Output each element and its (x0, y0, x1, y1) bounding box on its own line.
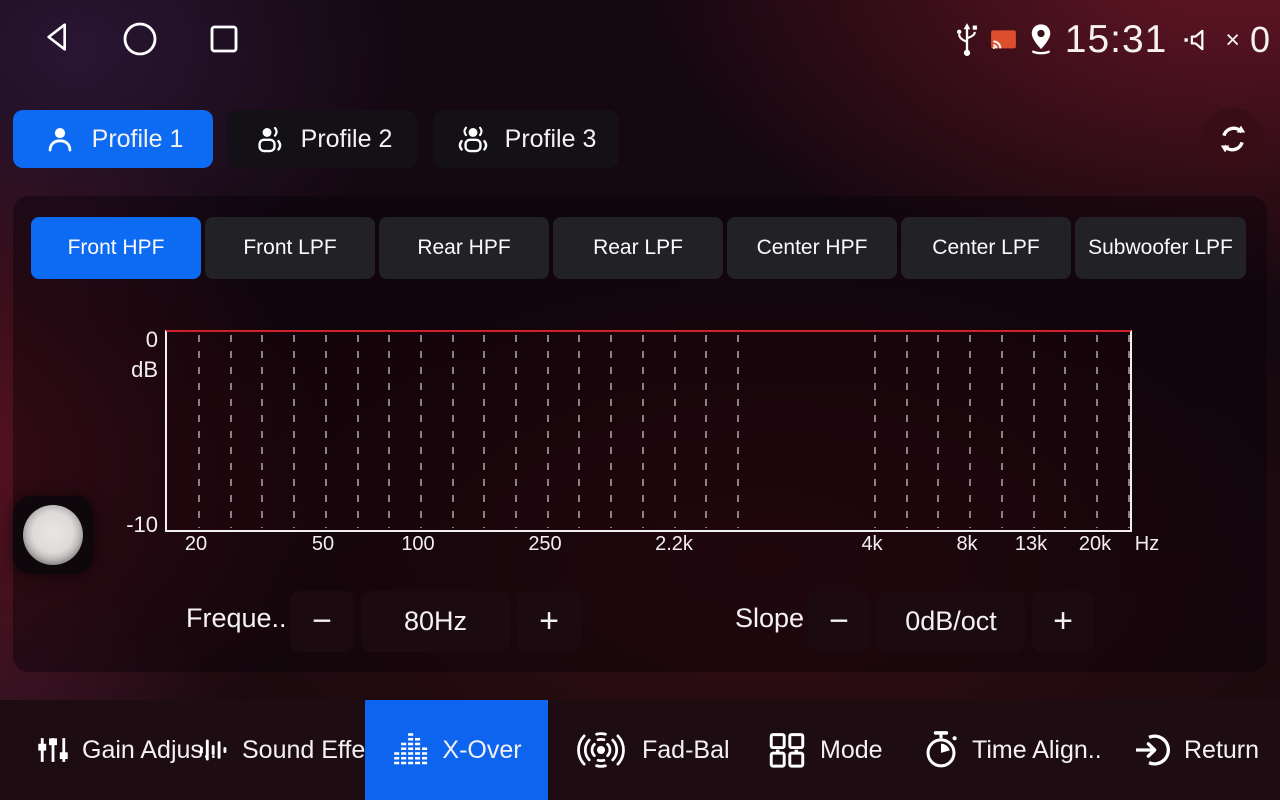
volume-knob-tile[interactable] (13, 496, 93, 574)
x-tick-20k: 20k (1079, 533, 1111, 556)
recents-icon (206, 21, 242, 57)
x-tick-20: 20 (185, 533, 207, 556)
tab-rear-hpf[interactable]: Rear HPF (379, 217, 549, 279)
person-icon (43, 122, 77, 156)
cast-icon (990, 29, 1017, 52)
tab-label: Rear LPF (593, 236, 683, 260)
tab-front-lpf[interactable]: Front LPF (205, 217, 375, 279)
tab-label: Center HPF (757, 236, 868, 260)
tab-rear-lpf[interactable]: Rear LPF (553, 217, 723, 279)
tab-label: Profile 3 (505, 125, 597, 154)
nav-label: X-Over (442, 736, 521, 765)
tab-label: Rear HPF (417, 236, 510, 260)
frequency-response-chart (165, 330, 1132, 532)
usb-icon (953, 21, 981, 59)
tab-profile-2[interactable]: Profile 2 (227, 110, 417, 168)
nav-x-over[interactable]: X-Over (365, 700, 548, 800)
slope-plus-button[interactable]: + (1032, 591, 1094, 652)
return-arrow-icon (1132, 730, 1172, 770)
volume-level: 0 (1250, 19, 1270, 61)
equalizer-columns-icon (391, 731, 429, 769)
x-tick-8k: 8k (956, 533, 977, 556)
frequency-label: Freque.. (186, 603, 287, 634)
x-axis-unit: Hz (1135, 533, 1159, 556)
tab-label: Front HPF (68, 236, 165, 260)
back-button[interactable] (42, 21, 74, 53)
x-tick-2k2: 2.2k (655, 533, 693, 556)
recents-button[interactable] (206, 21, 242, 57)
volume-muted-icon (1182, 25, 1214, 55)
frequency-value: 80Hz (361, 591, 510, 652)
x-tick-100: 100 (401, 533, 434, 556)
nav-label: Mode (820, 736, 883, 765)
sound-bars-icon (196, 735, 230, 765)
tab-profile-1[interactable]: Profile 1 (13, 110, 213, 168)
sync-icon (1216, 122, 1250, 156)
slope-minus-button[interactable]: − (808, 591, 870, 652)
nav-label: Return (1184, 736, 1259, 765)
y-axis-unit: dB (100, 357, 158, 383)
stopwatch-icon (922, 729, 960, 771)
frequency-plus-button[interactable]: + (517, 591, 581, 652)
gain-sliders-icon (36, 733, 70, 767)
y-axis-top-tick: 0 (100, 327, 158, 353)
surround-waves-icon (572, 728, 630, 772)
tab-subwoofer-lpf[interactable]: Subwoofer LPF (1075, 217, 1246, 279)
tab-label: Profile 2 (301, 125, 393, 154)
tab-label: Profile 1 (92, 125, 184, 154)
reset-button[interactable] (1202, 108, 1264, 170)
x-tick-4k: 4k (861, 533, 882, 556)
nav-return[interactable]: Return (1132, 700, 1259, 800)
tab-front-hpf[interactable]: Front HPF (31, 217, 201, 279)
x-tick-50: 50 (312, 533, 334, 556)
grid-squares-icon (766, 728, 808, 772)
volume-mute-symbol: × (1225, 26, 1240, 55)
tab-label: Center LPF (932, 236, 1039, 260)
y-axis-bottom-tick: -10 (100, 512, 158, 538)
clock: 15:31 (1065, 18, 1168, 62)
tab-label: Front LPF (243, 236, 336, 260)
nav-gain-adjust[interactable]: Gain Adjus.. (36, 700, 217, 800)
nav-fad-bal[interactable]: Fad-Bal (572, 700, 730, 800)
nav-sound-effect[interactable]: Sound Effe.. (196, 700, 379, 800)
home-button[interactable] (122, 21, 158, 57)
person-2-icon (252, 122, 286, 156)
chart-gridlines (167, 332, 1130, 530)
nav-mode[interactable]: Mode (766, 700, 883, 800)
frequency-minus-button[interactable]: − (290, 591, 354, 652)
slope-value: 0dB/oct (877, 591, 1025, 652)
back-icon (42, 21, 74, 53)
tab-profile-3[interactable]: Profile 3 (433, 110, 619, 168)
person-3-icon (456, 122, 490, 156)
tab-label: Subwoofer LPF (1088, 236, 1233, 260)
volume-knob[interactable] (23, 505, 83, 565)
x-tick-13k: 13k (1015, 533, 1047, 556)
nav-time-align[interactable]: Time Align.. (922, 700, 1102, 800)
slope-label: Slope (735, 603, 804, 634)
tab-center-lpf[interactable]: Center LPF (901, 217, 1071, 279)
x-tick-250: 250 (528, 533, 561, 556)
xover-screen: 15:31 × 0 Profile 1 Profile 2 (0, 0, 1280, 800)
status-bar-right: 15:31 × 0 (953, 0, 1270, 80)
home-icon (122, 21, 158, 57)
nav-label: Fad-Bal (642, 736, 730, 765)
location-icon (1026, 22, 1056, 58)
tab-center-hpf[interactable]: Center HPF (727, 217, 897, 279)
bottom-nav-bar: Gain Adjus.. Sound Effe.. (0, 700, 1280, 800)
nav-label: Sound Effe.. (242, 736, 379, 765)
nav-label: Time Align.. (972, 736, 1102, 765)
